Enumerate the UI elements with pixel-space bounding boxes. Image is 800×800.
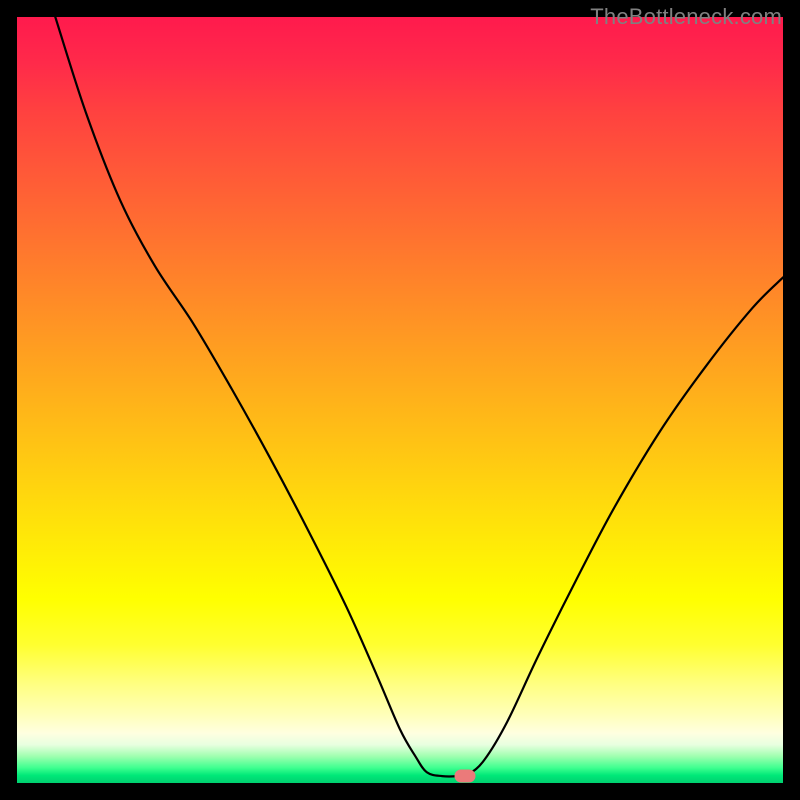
chart-container: TheBottleneck.com xyxy=(0,0,800,800)
watermark-text: TheBottleneck.com xyxy=(590,4,782,30)
bottleneck-curve xyxy=(17,17,783,783)
optimal-point-marker xyxy=(455,770,476,783)
